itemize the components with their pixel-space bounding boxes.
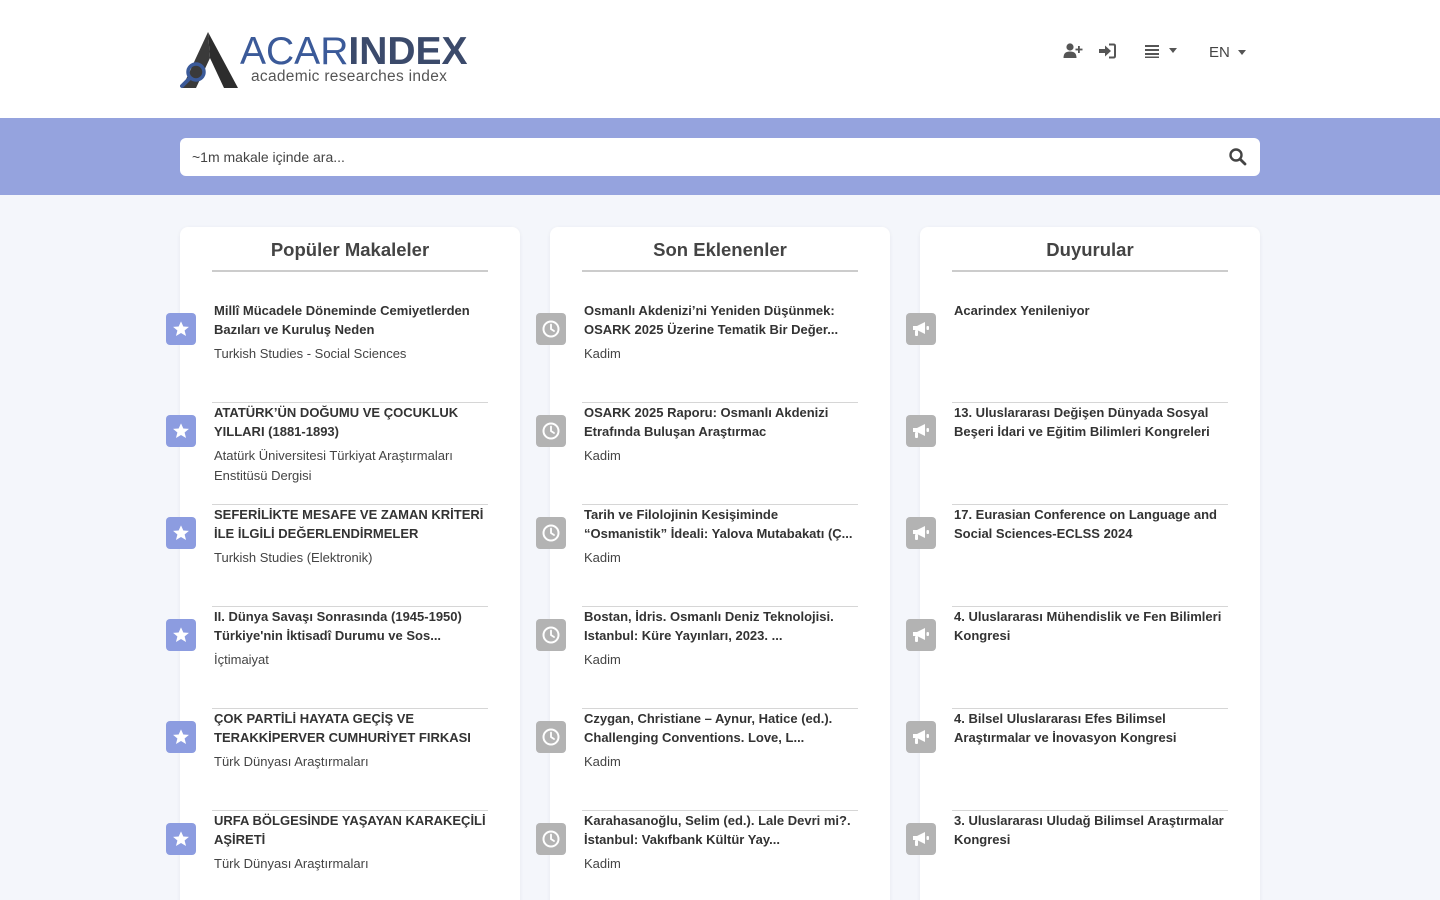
card-title: Duyurular bbox=[952, 239, 1228, 272]
list-item[interactable]: Bostan, İdris. Osmanlı Deniz Teknolojisi… bbox=[536, 607, 860, 709]
logo-word-part1: ACAR bbox=[240, 30, 349, 73]
item-source: Kadim bbox=[584, 754, 621, 769]
item-title[interactable]: 17. Eurasian Conference on Language and … bbox=[954, 505, 1230, 543]
logo-mark-icon bbox=[180, 32, 238, 88]
popular-articles-card: Popüler Makaleler Millî Mücadele Dönemin… bbox=[166, 227, 520, 900]
star-icon bbox=[166, 823, 196, 855]
card-title: Popüler Makaleler bbox=[212, 239, 488, 272]
login-link[interactable] bbox=[1096, 38, 1118, 64]
chevron-down-icon bbox=[1237, 50, 1246, 55]
clock-icon bbox=[536, 415, 566, 447]
item-title[interactable]: Tarih ve Filolojinin Kesişiminde “Osmani… bbox=[584, 505, 860, 543]
list-item[interactable]: Karahasanoğlu, Selim (ed.). Lale Devri m… bbox=[536, 811, 860, 900]
megaphone-icon bbox=[906, 517, 936, 549]
megaphone-icon bbox=[906, 415, 936, 447]
logo-word-part2: INDEX bbox=[348, 30, 468, 73]
list-item[interactable]: 13. Uluslararası Değişen Dünyada Sosyal … bbox=[906, 403, 1230, 505]
item-title[interactable]: 4. Bilsel Uluslararası Efes Bilimsel Ara… bbox=[954, 709, 1230, 747]
item-title[interactable]: SEFERİLİKTE MESAFE VE ZAMAN KRİTERİ İLE … bbox=[214, 505, 490, 543]
list-item[interactable]: 3. Uluslararası Uludağ Bilimsel Araştırm… bbox=[906, 811, 1230, 900]
language-label: EN bbox=[1209, 44, 1230, 61]
list-item[interactable]: Osmanlı Akdenizi’ni Yeniden Düşünmek: OS… bbox=[536, 301, 860, 403]
list-item[interactable]: Czygan, Christiane – Aynur, Hatice (ed.)… bbox=[536, 709, 860, 811]
megaphone-icon bbox=[906, 619, 936, 651]
clock-icon bbox=[536, 823, 566, 855]
item-title[interactable]: Czygan, Christiane – Aynur, Hatice (ed.)… bbox=[584, 709, 860, 747]
star-icon bbox=[166, 517, 196, 549]
sign-in-icon[interactable] bbox=[1096, 40, 1118, 62]
list-item[interactable]: ÇOK PARTİLİ HAYATA GEÇİŞ VE TERAKKİPERVE… bbox=[166, 709, 490, 811]
item-source: Kadim bbox=[584, 448, 621, 463]
star-icon bbox=[166, 313, 196, 345]
list-item[interactable]: 4. Bilsel Uluslararası Efes Bilimsel Ara… bbox=[906, 709, 1230, 811]
chevron-down-icon bbox=[1169, 47, 1177, 53]
list-item[interactable]: 4. Uluslararası Mühendislik ve Fen Bilim… bbox=[906, 607, 1230, 709]
site-logo[interactable]: ACARINDEX academic researches index bbox=[180, 28, 470, 94]
item-source: Atatürk Üniversitesi Türkiyat Araştırmal… bbox=[214, 448, 453, 483]
list-item[interactable]: 17. Eurasian Conference on Language and … bbox=[906, 505, 1230, 607]
megaphone-icon bbox=[906, 721, 936, 753]
search-icon[interactable] bbox=[1228, 147, 1248, 167]
list-item[interactable]: II. Dünya Savaşı Sonrasında (1945-1950) … bbox=[166, 607, 490, 709]
clock-icon bbox=[536, 313, 566, 345]
item-title[interactable]: II. Dünya Savaşı Sonrasında (1945-1950) … bbox=[214, 607, 490, 645]
item-source: İçtimaiyat bbox=[214, 652, 269, 667]
item-source: Türk Dünyası Araştırmaları bbox=[214, 856, 369, 871]
item-source: Turkish Studies (Elektronik) bbox=[214, 550, 373, 565]
list-item[interactable]: Acarindex Yenileniyor bbox=[906, 301, 1230, 403]
recent-articles-card: Son Eklenenler Osmanlı Akdenizi’ni Yenid… bbox=[536, 227, 890, 900]
menu-dropdown[interactable] bbox=[1141, 38, 1177, 64]
list-item[interactable]: OSARK 2025 Raporu: Osmanlı Akdenizi Etra… bbox=[536, 403, 860, 505]
item-source: Turkish Studies - Social Sciences bbox=[214, 346, 407, 361]
announcements-card: Duyurular Acarindex Yenileniyor 13. Ulus… bbox=[906, 227, 1260, 900]
item-title[interactable]: OSARK 2025 Raporu: Osmanlı Akdenizi Etra… bbox=[584, 403, 860, 441]
logo-tagline: academic researches index bbox=[251, 68, 448, 85]
item-title[interactable]: Bostan, İdris. Osmanlı Deniz Teknolojisi… bbox=[584, 607, 860, 645]
add-user-icon[interactable] bbox=[1062, 40, 1084, 62]
megaphone-icon bbox=[906, 313, 936, 345]
clock-icon bbox=[536, 517, 566, 549]
item-source: Kadim bbox=[584, 856, 621, 871]
search-box bbox=[180, 138, 1260, 176]
card-title: Son Eklenenler bbox=[582, 239, 858, 272]
language-selector[interactable]: EN bbox=[1209, 44, 1246, 61]
list-icon[interactable] bbox=[1141, 40, 1163, 62]
list-item[interactable]: Tarih ve Filolojinin Kesişiminde “Osmani… bbox=[536, 505, 860, 607]
item-title[interactable]: ATATÜRK’ÜN DOĞUMU VE ÇOCUKLUK YILLARI (1… bbox=[214, 403, 490, 441]
search-input[interactable] bbox=[180, 138, 1220, 176]
item-title[interactable]: 13. Uluslararası Değişen Dünyada Sosyal … bbox=[954, 403, 1230, 441]
list-item[interactable]: SEFERİLİKTE MESAFE VE ZAMAN KRİTERİ İLE … bbox=[166, 505, 490, 607]
megaphone-icon bbox=[906, 823, 936, 855]
list-item[interactable]: ATATÜRK’ÜN DOĞUMU VE ÇOCUKLUK YILLARI (1… bbox=[166, 403, 490, 505]
item-title[interactable]: Karahasanoğlu, Selim (ed.). Lale Devri m… bbox=[584, 811, 860, 849]
clock-icon bbox=[536, 619, 566, 651]
item-title[interactable]: 3. Uluslararası Uludağ Bilimsel Araştırm… bbox=[954, 811, 1230, 849]
star-icon bbox=[166, 415, 196, 447]
star-icon bbox=[166, 721, 196, 753]
item-source: Kadim bbox=[584, 652, 621, 667]
star-icon bbox=[166, 619, 196, 651]
site-header: ACARINDEX academic researches index EN bbox=[0, 0, 1440, 118]
register-link[interactable] bbox=[1062, 38, 1084, 64]
item-source: Kadim bbox=[584, 346, 621, 361]
item-title[interactable]: 4. Uluslararası Mühendislik ve Fen Bilim… bbox=[954, 607, 1230, 645]
item-title[interactable]: URFA BÖLGESİNDE YAŞAYAN KARAKEÇİLİ AŞİRE… bbox=[214, 811, 490, 849]
item-source: Kadim bbox=[584, 550, 621, 565]
list-item[interactable]: URFA BÖLGESİNDE YAŞAYAN KARAKEÇİLİ AŞİRE… bbox=[166, 811, 490, 900]
search-band bbox=[0, 118, 1440, 195]
item-title[interactable]: Osmanlı Akdenizi’ni Yeniden Düşünmek: OS… bbox=[584, 301, 860, 339]
item-title[interactable]: ÇOK PARTİLİ HAYATA GEÇİŞ VE TERAKKİPERVE… bbox=[214, 709, 490, 747]
item-source: Türk Dünyası Araştırmaları bbox=[214, 754, 369, 769]
item-title[interactable]: Acarindex Yenileniyor bbox=[954, 301, 1230, 320]
list-item[interactable]: Millî Mücadele Döneminde Cemiyetlerden B… bbox=[166, 301, 490, 403]
clock-icon bbox=[536, 721, 566, 753]
item-title[interactable]: Millî Mücadele Döneminde Cemiyetlerden B… bbox=[214, 301, 490, 339]
